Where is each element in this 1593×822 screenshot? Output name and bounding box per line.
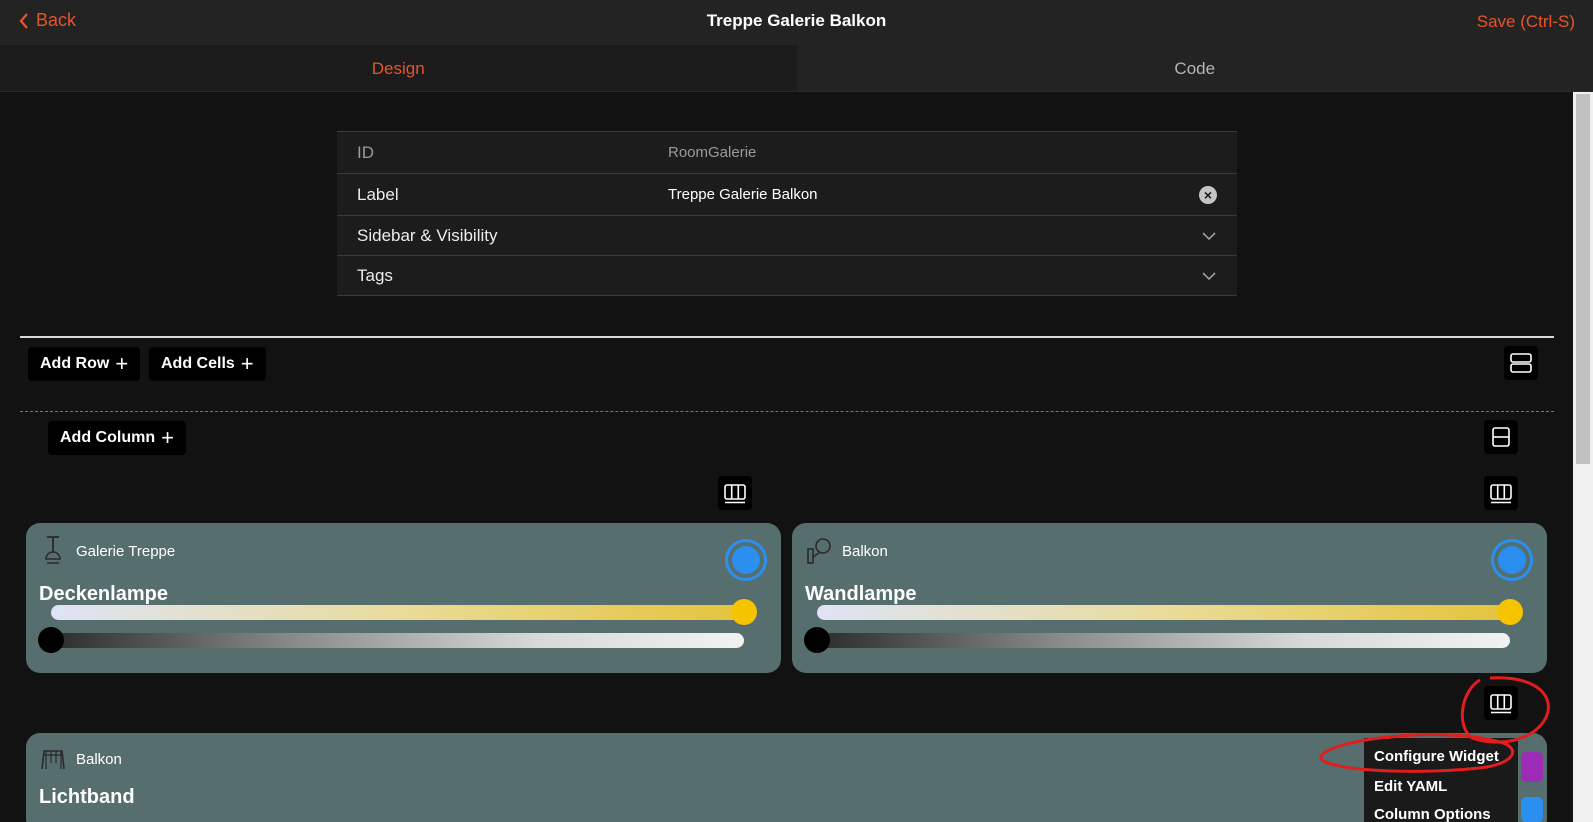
power-toggle[interactable] <box>725 539 767 581</box>
add-column-label: Add Column <box>60 429 156 446</box>
row-options-button[interactable] <box>1484 420 1518 454</box>
scrollbar-thumb[interactable] <box>1576 94 1590 464</box>
rows-layout-icon <box>1510 353 1532 373</box>
blue-swatch <box>1521 797 1543 822</box>
light-widget-card[interactable]: Galerie Treppe Deckenlampe <box>26 523 781 673</box>
label-input[interactable]: Treppe Galerie Balkon <box>668 186 818 203</box>
color-temp-knob[interactable] <box>1497 599 1523 625</box>
columns-layout-icon <box>724 484 746 504</box>
scrollbar[interactable] <box>1573 92 1593 822</box>
block-options-button[interactable] <box>1504 346 1538 380</box>
tags-label: Tags <box>357 265 393 285</box>
sidebar-visibility-label: Sidebar & Visibility <box>357 225 498 245</box>
back-button[interactable]: Back <box>18 10 76 31</box>
widget-header: Balkon <box>806 535 888 567</box>
menu-item-edit-yaml[interactable]: Edit YAML <box>1374 778 1447 795</box>
chevron-down-icon <box>1202 272 1216 281</box>
column-options-button[interactable] <box>1484 476 1518 510</box>
row-layout-icon <box>1492 427 1510 447</box>
plus-icon: + <box>240 351 254 376</box>
plus-icon: + <box>161 425 174 450</box>
chevron-left-icon <box>19 12 28 29</box>
page-title: Treppe Galerie Balkon <box>706 11 887 30</box>
id-value: RoomGalerie <box>668 144 757 161</box>
tab-bar: Design Code <box>0 45 1593 92</box>
widget-name: Deckenlampe <box>39 583 168 605</box>
tags-row[interactable]: Tags <box>337 256 1237 296</box>
widget-room: Galerie Treppe <box>76 542 176 560</box>
widget-room: Balkon <box>842 542 888 560</box>
clear-icon[interactable]: × <box>1199 186 1217 204</box>
plus-icon: + <box>115 351 129 376</box>
tab-design[interactable]: Design <box>0 45 797 91</box>
block-divider <box>20 336 1554 338</box>
label-row: Label Treppe Galerie Balkon × <box>337 174 1237 216</box>
light-widget-card[interactable]: Balkon Wandlampe <box>792 523 1547 673</box>
brightness-slider[interactable] <box>804 627 1510 653</box>
add-row-button[interactable]: Add Row + <box>28 347 141 381</box>
menu-item-configure-widget[interactable]: Configure Widget <box>1374 748 1499 765</box>
brightness-knob[interactable] <box>804 627 830 653</box>
id-row: ID RoomGalerie <box>337 132 1237 174</box>
widget-name: Lichtband <box>39 786 135 808</box>
label-label: Label <box>357 184 399 204</box>
add-column-button[interactable]: Add Column + <box>48 421 186 455</box>
widget-header: Balkon <box>40 743 122 775</box>
top-bar: Back Treppe Galerie Balkon Save (Ctrl-S) <box>0 0 1593 45</box>
color-temp-slider[interactable] <box>51 599 757 625</box>
add-row-label: Add Row <box>40 355 110 372</box>
tab-code[interactable]: Code <box>796 45 1593 91</box>
ceiling-lamp-icon <box>45 536 61 564</box>
widget-header: Galerie Treppe <box>40 535 175 567</box>
back-label: Back <box>36 10 77 30</box>
sidebar-visibility-row[interactable]: Sidebar & Visibility <box>337 216 1237 256</box>
columns-layout-icon <box>1490 484 1512 504</box>
widget-room: Balkon <box>76 750 122 768</box>
brightness-knob[interactable] <box>38 627 64 653</box>
row-divider <box>20 411 1554 412</box>
column-options-button[interactable] <box>1484 686 1518 720</box>
purple-swatch <box>1521 752 1543 782</box>
widget-name: Wandlampe <box>805 583 917 605</box>
save-button[interactable]: Save (Ctrl-S) <box>1477 12 1575 32</box>
id-label: ID <box>357 142 374 162</box>
color-temp-knob[interactable] <box>731 599 757 625</box>
light-strip-icon <box>41 750 65 770</box>
columns-layout-icon <box>1490 694 1512 714</box>
light-widget-card[interactable]: Balkon Lichtband <box>26 733 1547 822</box>
chevron-down-icon <box>1202 232 1216 241</box>
add-cells-button[interactable]: Add Cells + <box>149 347 266 381</box>
column-options-button[interactable] <box>718 476 752 510</box>
menu-item-column-options[interactable]: Column Options <box>1374 806 1491 822</box>
power-toggle[interactable] <box>1491 539 1533 581</box>
brightness-slider[interactable] <box>38 627 744 653</box>
color-temp-slider[interactable] <box>817 599 1523 625</box>
add-cells-label: Add Cells <box>161 355 235 372</box>
page-properties: ID RoomGalerie Label Treppe Galerie Balk… <box>337 131 1237 296</box>
column-context-menu: Configure Widget Edit YAML Column Option… <box>1364 738 1518 822</box>
wall-lamp-icon <box>807 538 831 564</box>
